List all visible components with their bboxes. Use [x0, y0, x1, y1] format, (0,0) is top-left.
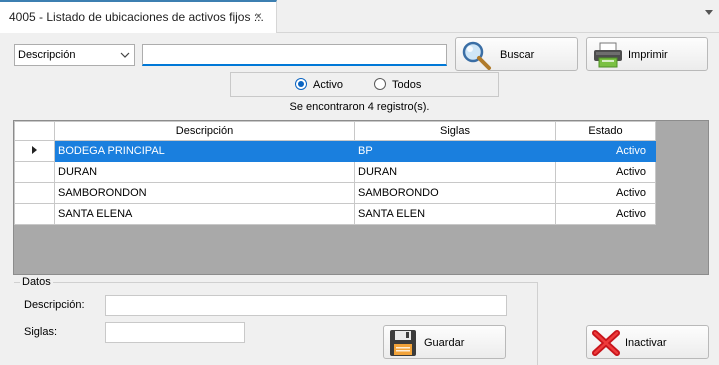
deactivate-button[interactable]: Inactivar [586, 325, 709, 359]
floppy-disk-icon [388, 328, 418, 361]
status-filter-group: Activo Todos [230, 72, 499, 97]
result-count: Se encontraron 4 registro(s). [289, 101, 430, 113]
descripcion-input[interactable] [106, 296, 506, 315]
radio-activo-label: Activo [313, 79, 343, 91]
cell-siglas[interactable]: SANTA ELEN [354, 203, 556, 225]
save-button[interactable]: Guardar [383, 325, 506, 359]
form-content: Descripción Buscar Imprimir Activo Todos… [0, 34, 719, 365]
radio-todos[interactable] [374, 78, 386, 90]
tab-title: 4005 - Listado de ubicaciones de activos… [9, 10, 264, 24]
locations-grid: Descripción Siglas Estado BODEGA PRINCIP… [13, 120, 709, 275]
tab-dropdown-icon[interactable] [705, 10, 713, 15]
siglas-input[interactable] [106, 323, 244, 342]
row-header-corner [14, 121, 55, 141]
siglas-field[interactable] [105, 322, 245, 343]
cell-siglas[interactable]: BP [354, 140, 556, 162]
cell-descripcion[interactable]: BODEGA PRINCIPAL [54, 140, 355, 162]
search-button[interactable]: Buscar [455, 37, 578, 71]
table-row[interactable]: BODEGA PRINCIPAL BP Activo [14, 140, 656, 162]
search-field-select[interactable]: Descripción [14, 44, 135, 66]
cell-siglas[interactable]: DURAN [354, 161, 556, 183]
radio-activo[interactable] [295, 78, 307, 90]
printer-icon [592, 41, 624, 72]
row-indicator[interactable] [14, 203, 55, 225]
deactivate-button-label: Inactivar [625, 337, 667, 349]
siglas-label: Siglas: [24, 326, 58, 338]
red-x-icon [591, 329, 621, 360]
print-button-label: Imprimir [628, 49, 668, 61]
descripcion-field[interactable] [105, 295, 507, 316]
search-field-value: Descripción [18, 49, 76, 61]
column-header-siglas[interactable]: Siglas [354, 121, 556, 141]
descripcion-label: Descripción: [24, 299, 85, 311]
cell-estado[interactable]: Activo [555, 182, 656, 204]
column-header-descripcion[interactable]: Descripción [54, 121, 355, 141]
magnifier-icon [459, 40, 493, 73]
row-indicator[interactable] [14, 182, 55, 204]
document-tab[interactable]: 4005 - Listado de ubicaciones de activos… [0, 0, 277, 33]
cell-estado[interactable]: Activo [555, 203, 656, 225]
cell-descripcion[interactable]: SANTA ELENA [54, 203, 355, 225]
row-indicator[interactable] [14, 140, 55, 162]
tab-close-icon[interactable]: × [255, 9, 262, 23]
cell-estado[interactable]: Activo [555, 140, 656, 162]
table-row[interactable]: SAMBORONDON SAMBORONDO Activo [14, 182, 656, 204]
chevron-down-icon [120, 47, 130, 66]
cell-descripcion[interactable]: SAMBORONDON [54, 182, 355, 204]
print-button[interactable]: Imprimir [586, 37, 708, 71]
search-button-label: Buscar [500, 49, 535, 61]
grid-table: Descripción Siglas Estado BODEGA PRINCIP… [14, 121, 656, 225]
cell-estado[interactable]: Activo [555, 161, 656, 183]
table-row[interactable]: SANTA ELENA SANTA ELEN Activo [14, 203, 656, 225]
search-input[interactable] [142, 44, 447, 66]
tab-bar: 4005 - Listado de ubicaciones de activos… [0, 0, 719, 33]
radio-todos-label: Todos [392, 79, 422, 91]
current-row-arrow-icon [32, 146, 37, 154]
column-header-estado[interactable]: Estado [555, 121, 656, 141]
datos-legend: Datos [20, 276, 53, 288]
row-indicator[interactable] [14, 161, 55, 183]
grid-header-row: Descripción Siglas Estado [14, 121, 656, 141]
cell-descripcion[interactable]: DURAN [54, 161, 355, 183]
search-text-field[interactable] [143, 45, 446, 64]
save-button-label: Guardar [424, 337, 465, 349]
cell-siglas[interactable]: SAMBORONDO [354, 182, 556, 204]
table-row[interactable]: DURAN DURAN Activo [14, 161, 656, 183]
